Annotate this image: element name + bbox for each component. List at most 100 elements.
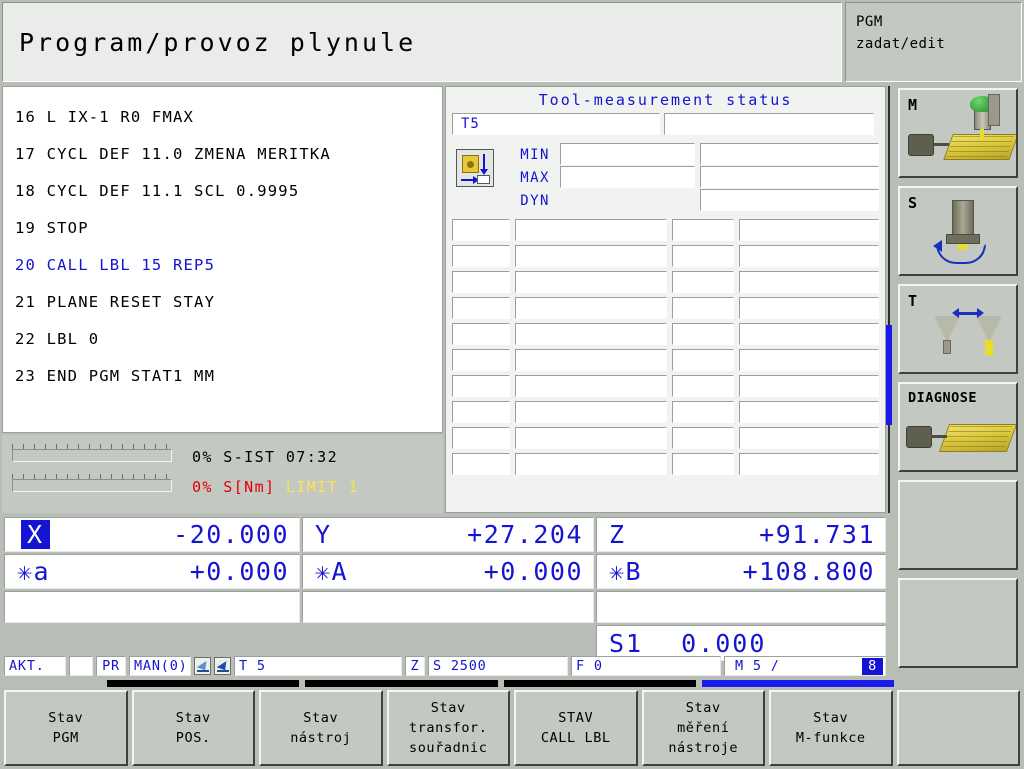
tool-measurement-cell[interactable]: [452, 219, 510, 241]
tool-measurement-cell[interactable]: [672, 401, 734, 423]
tool-measurement-cell[interactable]: [452, 323, 510, 345]
bottom-softkey-6[interactable]: Stav měření nástroje: [641, 690, 765, 766]
tool-name-field[interactable]: [664, 113, 874, 135]
tool-measurement-row[interactable]: [452, 453, 879, 475]
tool-probe-filled-icon[interactable]: [214, 657, 231, 675]
min-value-a[interactable]: [560, 143, 695, 165]
bottom-softkey-4[interactable]: Stav transfor. souřadnic: [386, 690, 510, 766]
program-line[interactable]: 18 CYCL DEF 11.1 SCL 0.9995: [15, 173, 442, 210]
tool-measurement-row[interactable]: [452, 219, 879, 241]
tool-measurement-cell[interactable]: [739, 297, 879, 319]
dyn-value-b[interactable]: [700, 189, 879, 211]
program-line[interactable]: 17 CYCL DEF 11.0 ZMENA MERITKA: [15, 136, 442, 173]
tool-measurement-grid[interactable]: [452, 219, 879, 506]
program-line[interactable]: 19 STOP: [15, 210, 442, 247]
tool-measurement-row[interactable]: [452, 271, 879, 293]
softkey-diagnose[interactable]: DIAGNOSE: [898, 382, 1018, 472]
tool-measurement-cell[interactable]: [515, 245, 667, 267]
tool-measurement-cell[interactable]: [515, 271, 667, 293]
softkey-t[interactable]: T: [898, 284, 1018, 374]
status-m-function[interactable]: M 5 / 8: [724, 656, 886, 676]
tool-measurement-row[interactable]: [452, 401, 879, 423]
status-akt[interactable]: AKT.: [4, 656, 66, 676]
program-line[interactable]: 16 L IX-1 R0 FMAX: [15, 99, 442, 136]
tool-measurement-cell[interactable]: [515, 375, 667, 397]
tool-measurement-cell[interactable]: [739, 401, 879, 423]
tool-measurement-cell[interactable]: [672, 297, 734, 319]
tool-measurement-cell[interactable]: [452, 401, 510, 423]
softkey-m[interactable]: M: [898, 88, 1018, 178]
tool-measurement-row[interactable]: [452, 375, 879, 397]
bottom-softkey-7[interactable]: Stav M-funkce: [769, 690, 893, 766]
tool-measurement-cell[interactable]: [672, 271, 734, 293]
tool-measurement-cell[interactable]: [739, 219, 879, 241]
operating-mode-indicator[interactable]: PGM zadat/edit: [845, 2, 1022, 82]
program-line-active[interactable]: 20 CALL LBL 15 REP5: [15, 247, 442, 284]
tool-number-field[interactable]: T5: [452, 113, 660, 135]
tool-probe-outline-icon[interactable]: [194, 657, 211, 675]
bottom-softkey-3[interactable]: Stav nástroj: [259, 690, 383, 766]
tool-measurement-cell[interactable]: [452, 297, 510, 319]
softkey-blank-2[interactable]: [898, 578, 1018, 668]
tool-measurement-cell[interactable]: [515, 297, 667, 319]
tool-measurement-row[interactable]: [452, 427, 879, 449]
vertical-scroll-indicator[interactable]: [886, 325, 892, 425]
softkey-blank-1[interactable]: [898, 480, 1018, 570]
tool-measurement-cell[interactable]: [515, 453, 667, 475]
status-pr[interactable]: PR: [96, 656, 126, 676]
status-man[interactable]: MAN(0): [129, 656, 191, 676]
status-feed[interactable]: F 0: [571, 656, 721, 676]
axis-cell-b[interactable]: ✳B +108.800: [596, 554, 886, 589]
m-function-text: M 5 /: [735, 658, 780, 674]
status-spindle-speed[interactable]: S 2500: [428, 656, 568, 676]
program-line[interactable]: 23 END PGM STAT1 MM: [15, 358, 442, 395]
tool-measurement-cell[interactable]: [739, 427, 879, 449]
softkey-s[interactable]: S: [898, 186, 1018, 276]
tool-measurement-cell[interactable]: [515, 401, 667, 423]
tool-measurement-cell[interactable]: [452, 453, 510, 475]
min-value-b[interactable]: [700, 143, 879, 165]
tool-measurement-cell[interactable]: [739, 245, 879, 267]
bottom-softkey-5[interactable]: STAV CALL LBL: [514, 690, 638, 766]
tool-measurement-cell[interactable]: [515, 219, 667, 241]
tool-measurement-row[interactable]: [452, 323, 879, 345]
tool-measurement-cell[interactable]: [452, 427, 510, 449]
tool-measurement-cell[interactable]: [672, 323, 734, 345]
program-listing[interactable]: 16 L IX-1 R0 FMAX 17 CYCL DEF 11.0 ZMENA…: [2, 86, 443, 433]
bottom-softkey-2[interactable]: Stav POS.: [131, 690, 255, 766]
tool-measurement-cell[interactable]: [452, 245, 510, 267]
status-tool[interactable]: T 5: [234, 656, 402, 676]
tool-measurement-cell[interactable]: [672, 427, 734, 449]
tool-measurement-cell[interactable]: [739, 375, 879, 397]
tool-measurement-cell[interactable]: [515, 349, 667, 371]
tool-measurement-row[interactable]: [452, 297, 879, 319]
tool-measurement-cell[interactable]: [452, 349, 510, 371]
bottom-softkey-1[interactable]: Stav PGM: [4, 690, 128, 766]
status-axis-z[interactable]: Z: [405, 656, 425, 676]
tool-measurement-cell[interactable]: [515, 427, 667, 449]
program-line[interactable]: 21 PLANE RESET STAY: [15, 284, 442, 321]
tool-measurement-cell[interactable]: [672, 245, 734, 267]
tool-measurement-cell[interactable]: [452, 375, 510, 397]
axis-cell-y[interactable]: Y +27.204: [302, 517, 594, 552]
max-value-a[interactable]: [560, 166, 695, 188]
tool-measurement-cell[interactable]: [452, 271, 510, 293]
tool-measurement-row[interactable]: [452, 245, 879, 267]
tool-measurement-row[interactable]: [452, 349, 879, 371]
tool-measurement-cell[interactable]: [515, 323, 667, 345]
axis-cell-a-lower[interactable]: ✳a +0.000: [4, 554, 300, 589]
axis-cell-z[interactable]: Z +91.731: [596, 517, 886, 552]
tool-measurement-cell[interactable]: [672, 453, 734, 475]
axis-cell-a[interactable]: ✳A +0.000: [302, 554, 594, 589]
bottom-softkey-8[interactable]: [896, 690, 1020, 766]
tool-measurement-cell[interactable]: [672, 349, 734, 371]
max-value-b[interactable]: [700, 166, 879, 188]
tool-measurement-cell[interactable]: [672, 375, 734, 397]
tool-measurement-cell[interactable]: [739, 349, 879, 371]
axis-cell-x[interactable]: X -20.000: [4, 517, 300, 552]
tool-measurement-cell[interactable]: [739, 271, 879, 293]
program-line[interactable]: 22 LBL 0: [15, 321, 442, 358]
tool-measurement-cell[interactable]: [739, 453, 879, 475]
tool-measurement-cell[interactable]: [672, 219, 734, 241]
tool-measurement-cell[interactable]: [739, 323, 879, 345]
